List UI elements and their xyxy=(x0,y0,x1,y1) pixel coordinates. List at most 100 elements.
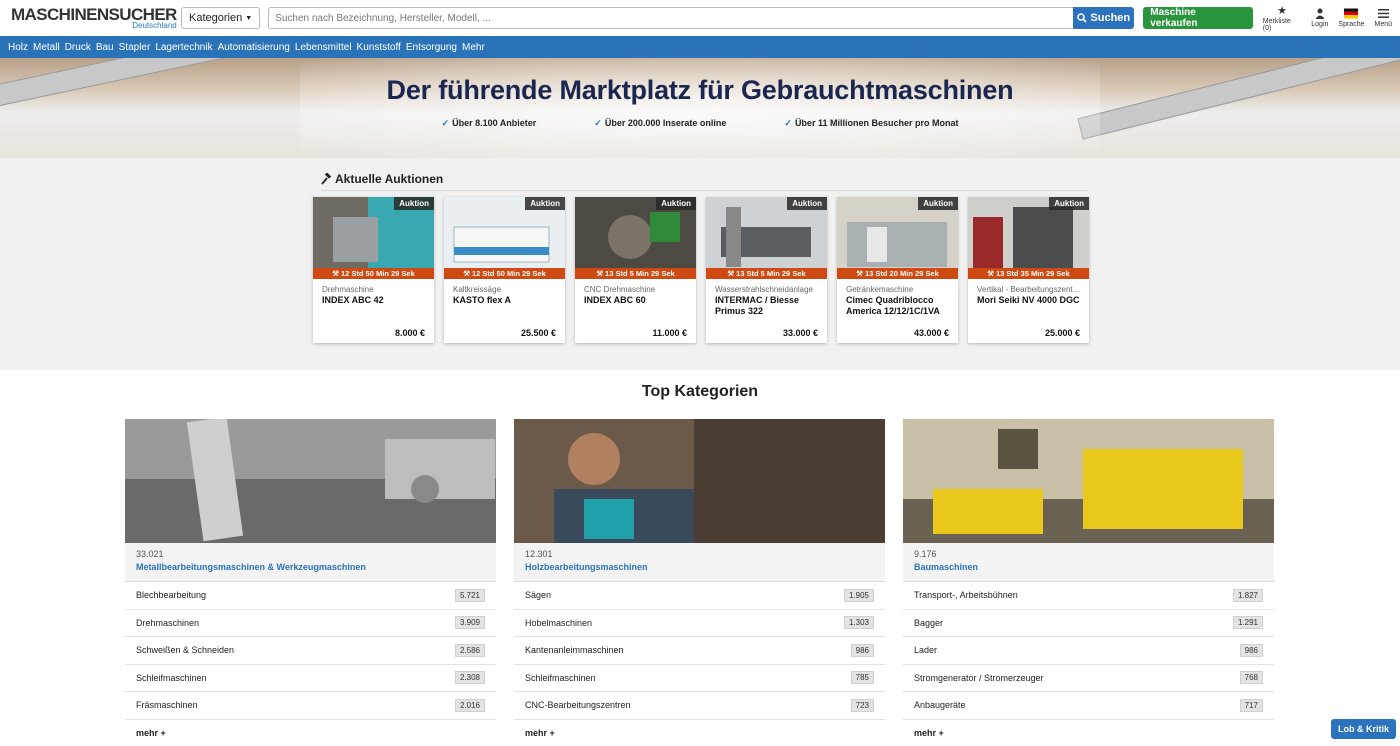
hero-point: ✓ Über 11 Millionen Besucher pro Monat xyxy=(784,118,958,129)
login-link[interactable]: Login xyxy=(1311,8,1328,28)
category-image[interactable] xyxy=(125,419,496,545)
auction-timer-text: 13 Std 35 Min 29 Sek xyxy=(995,269,1070,278)
gavel-icon: ⚒ xyxy=(856,269,863,278)
category-row[interactable]: Blechbearbeitung 5.721 xyxy=(125,582,496,610)
german-flag-icon xyxy=(1344,8,1359,19)
category-row-label: Fräsmaschinen xyxy=(136,700,198,711)
sell-machine-button[interactable]: Maschine verkaufen xyxy=(1143,7,1253,29)
category-link[interactable]: Baumaschinen xyxy=(914,562,1274,572)
merkliste-link[interactable]: ★ Merkliste (0) xyxy=(1263,5,1301,32)
login-label: Login xyxy=(1311,21,1329,28)
nav-item-entsorgung[interactable]: Entsorgung xyxy=(406,42,457,53)
category-row[interactable]: Lader 986 xyxy=(903,637,1274,665)
menu-button[interactable]: Menü xyxy=(1374,8,1392,28)
feedback-button[interactable]: Lob & Kritik xyxy=(1331,719,1396,739)
auction-image: Auktion ⚒ 12 Std 50 Min 29 Sek xyxy=(313,197,434,279)
category-total-count: 12.301 xyxy=(525,549,553,559)
auction-card[interactable]: Auktion ⚒ 12 Std 50 Min 29 Sek Drehmaschine… xyxy=(313,197,434,343)
nav-item-druck[interactable]: Druck xyxy=(65,42,91,53)
nav-item-kunststoff[interactable]: Kunststoff xyxy=(357,42,401,53)
nav-item-lagertechnik[interactable]: Lagertechnik xyxy=(155,42,212,53)
auctions-section: Aktuelle Auktionen Auktion ⚒ 12 Std 50 Min… xyxy=(0,158,1400,370)
auction-image: Auktion ⚒ 13 Std 35 Min 29 Sek xyxy=(968,197,1089,279)
auction-cards: Auktion ⚒ 12 Std 50 Min 29 Sek Drehmaschine… xyxy=(313,197,1089,343)
search-input[interactable] xyxy=(268,7,1074,29)
more-label: mehr xyxy=(525,727,548,738)
category-row[interactable]: Schleifmaschinen 2.308 xyxy=(125,665,496,692)
auction-badge: Auktion xyxy=(394,197,434,210)
category-row-count: 986 xyxy=(1239,643,1263,657)
auction-timer: ⚒ 13 Std 35 Min 29 Sek xyxy=(968,268,1089,279)
auction-timer: ⚒ 13 Std 5 Min 29 Sek xyxy=(706,268,827,279)
category-card: 12.301 Holzbearbeitungsmaschinen Sägen 1.90… xyxy=(514,419,885,746)
more-link[interactable]: mehr + xyxy=(514,720,885,746)
category-image[interactable] xyxy=(903,419,1274,545)
category-header: 33.021 Metallbearbeitungsmaschinen & Werk… xyxy=(125,543,496,582)
category-row[interactable]: Kantenanleimmaschinen 986 xyxy=(514,637,885,665)
category-row[interactable]: Sägen 1.905 xyxy=(514,582,885,610)
search-button[interactable]: Suchen xyxy=(1073,7,1135,29)
category-row-count: 2.016 xyxy=(454,698,485,712)
auction-timer-text: 13 Std 20 Min 29 Sek xyxy=(864,269,939,278)
category-card: 33.021 Metallbearbeitungsmaschinen & Werk… xyxy=(125,419,496,746)
category-row[interactable]: CNC-Bearbeitungszentren 723 xyxy=(514,692,885,720)
category-row-label: Hobelmaschinen xyxy=(525,617,593,628)
auction-image: Auktion ⚒ 12 Std 50 Min 29 Sek xyxy=(444,197,565,279)
nav-item-holz[interactable]: Holz xyxy=(8,42,28,53)
language-selector[interactable]: Sprache xyxy=(1338,8,1364,28)
category-total-count: 9.176 xyxy=(914,549,937,559)
category-row[interactable]: Bagger 1.291 xyxy=(903,610,1274,637)
category-row[interactable]: Schleifmaschinen 785 xyxy=(514,665,885,692)
divider xyxy=(321,190,1087,191)
category-link[interactable]: Holzbearbeitungsmaschinen xyxy=(525,562,885,572)
category-row-count: 717 xyxy=(1239,698,1263,712)
auction-title: Mori Seiki NV 4000 DGC xyxy=(977,295,1080,305)
auctions-heading-text: Aktuelle Auktionen xyxy=(335,172,444,186)
category-row-count: 1.827 xyxy=(1232,588,1263,602)
auction-card[interactable]: Auktion ⚒ 13 Std 5 Min 29 Sek CNC Drehmasch… xyxy=(575,197,696,343)
menu-label: Menü xyxy=(1374,21,1392,28)
category-dropdown-label: Kategorien xyxy=(189,12,243,24)
category-row[interactable]: Anbaugeräte 717 xyxy=(903,692,1274,720)
nav-item-bau[interactable]: Bau xyxy=(96,42,114,53)
nav-item-mehr[interactable]: Mehr xyxy=(462,42,485,53)
auction-price: 43.000 € xyxy=(913,328,949,338)
more-link[interactable]: mehr + xyxy=(903,720,1274,746)
hero-points: ✓ Über 8.100 Anbieter ✓ Über 200.000 Inser… xyxy=(0,118,1400,129)
category-row-label: Schweißen & Schneiden xyxy=(136,645,235,656)
top-bar: MASCHINENSUCHER Deutschland Kategorien ▼… xyxy=(0,0,1400,36)
hero-point-text: Über 11 Millionen Besucher pro Monat xyxy=(794,118,959,128)
category-image[interactable] xyxy=(514,419,885,545)
category-link[interactable]: Metallbearbeitungsmaschinen & Werkzeugma… xyxy=(136,562,496,572)
category-row[interactable]: Stromgenerator / Stromerzeuger 768 xyxy=(903,665,1274,692)
top-categories-grid: 33.021 Metallbearbeitungsmaschinen & Werk… xyxy=(125,419,1274,746)
hero-point-text: Über 8.100 Anbieter xyxy=(452,118,537,128)
top-categories-heading: Top Kategorien xyxy=(641,383,759,400)
auction-card[interactable]: Auktion ⚒ 12 Std 50 Min 29 Sek Kaltkreissäg… xyxy=(444,197,565,343)
category-dropdown[interactable]: Kategorien ▼ xyxy=(181,7,261,29)
category-row[interactable]: Fräsmaschinen 2.016 xyxy=(125,692,496,720)
category-total-count: 33.021 xyxy=(136,549,164,559)
category-row[interactable]: Transport-, Arbeitsbühnen 1.827 xyxy=(903,582,1274,610)
category-photo xyxy=(514,419,885,545)
auction-badge: Auktion xyxy=(918,197,958,210)
category-row[interactable]: Schweißen & Schneiden 2.586 xyxy=(125,637,496,665)
category-nav: Holz Metall Druck Bau Stapler Lagertechnik Aut… xyxy=(0,36,1400,58)
nav-item-metall[interactable]: Metall xyxy=(33,42,60,53)
category-row[interactable]: Drehmaschinen 3.909 xyxy=(125,610,496,637)
auction-category: Getränkemaschine xyxy=(846,285,914,294)
nav-item-automatisierung[interactable]: Automatisierung xyxy=(218,42,290,53)
hero-point-text: Über 200.000 Inserate online xyxy=(604,118,727,128)
logo[interactable]: MASCHINENSUCHER Deutschland xyxy=(8,2,177,34)
more-link[interactable]: mehr + xyxy=(125,720,496,746)
category-row-count: 1.291 xyxy=(1232,616,1263,630)
auction-card[interactable]: Auktion ⚒ 13 Std 35 Min 29 Sek Vertikal - B… xyxy=(968,197,1089,343)
category-header: 9.176 Baumaschinen xyxy=(903,543,1274,582)
nav-item-lebensmittel[interactable]: Lebensmittel xyxy=(295,42,352,53)
hero-title: Der führende Marktplatz für Gebrauchtmas… xyxy=(386,75,1014,105)
category-row[interactable]: Hobelmaschinen 1.303 xyxy=(514,610,885,637)
auction-card[interactable]: Auktion ⚒ 13 Std 20 Min 29 Sek Getränkemasc… xyxy=(837,197,958,343)
nav-item-stapler[interactable]: Stapler xyxy=(119,42,151,53)
auction-image: Auktion ⚒ 13 Std 20 Min 29 Sek xyxy=(837,197,958,279)
auction-card[interactable]: Auktion ⚒ 13 Std 5 Min 29 Sek Wasserstrahls… xyxy=(706,197,827,343)
